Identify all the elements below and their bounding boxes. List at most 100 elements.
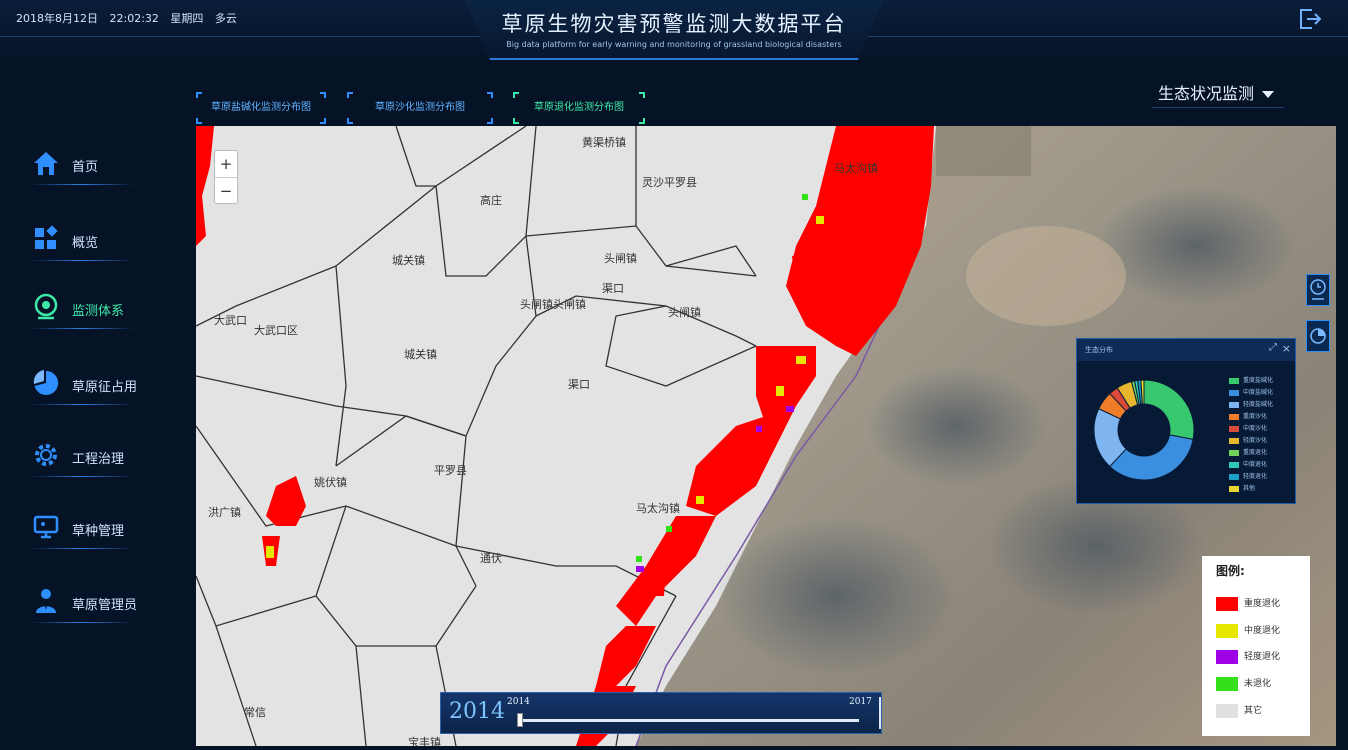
sidebar-item-overview[interactable]: 概览 xyxy=(30,216,142,262)
chart-legend-item: 重度沙化 xyxy=(1229,411,1267,421)
header: 2018年8月12日 22:02:32 星期四 多云 草原生物灾害预警监测大数据… xyxy=(0,0,1348,62)
zoom-out-button[interactable]: − xyxy=(215,177,237,203)
tab-corner xyxy=(320,118,326,124)
tab-salinization[interactable]: 草原盐碱化监测分布图 xyxy=(196,92,326,124)
tab-corner xyxy=(196,118,202,124)
timeline-start: 2014 xyxy=(507,697,530,707)
tab-corner xyxy=(347,92,353,98)
legend-label: 重度沙化 xyxy=(1243,413,1268,420)
sidebar-item-grass-seed[interactable]: 草种管理 xyxy=(30,504,142,550)
map-label: 头闸镇 xyxy=(668,306,701,319)
legend-swatch xyxy=(1229,413,1239,420)
legend-label: 轻度沙化 xyxy=(1243,437,1268,444)
map-label: 大武口区 xyxy=(254,324,298,337)
chart-legend-item: 重度盐碱化 xyxy=(1229,375,1273,385)
sidebar-item-label: 监测体系 xyxy=(72,304,125,319)
weather: 多云 xyxy=(214,12,237,25)
map-label: 头闸镇头闸镇 xyxy=(520,298,586,311)
legend-label: 重度盐碱化 xyxy=(1243,377,1274,384)
sidebar-item-label: 草原征占用 xyxy=(72,380,138,395)
gear-icon xyxy=(30,440,62,470)
legend-swatch xyxy=(1216,649,1238,664)
map-label: 渠口 xyxy=(602,282,624,295)
legend-item-none: 未退化 xyxy=(1216,676,1271,692)
donut-chart xyxy=(1093,379,1195,481)
timeline-track[interactable] xyxy=(519,719,859,722)
map-label: 黄渠桥镇 xyxy=(582,136,626,149)
divider xyxy=(30,476,134,477)
sidebar-item-engineering[interactable]: 工程治理 xyxy=(30,432,142,478)
legend-item-severe: 重度退化 xyxy=(1216,596,1280,612)
timeline-end: 2017 xyxy=(849,697,872,707)
legend-label: 中度退化 xyxy=(1243,461,1268,468)
legend-label: 中度盐碱化 xyxy=(1243,389,1274,396)
sidebar-item-occupation[interactable]: 草原征占用 xyxy=(30,360,142,406)
map-label: 马太沟镇 xyxy=(636,502,680,515)
map-label: 城关镇 xyxy=(404,348,437,361)
divider xyxy=(30,404,134,405)
tab-label: 草原盐碱化监测分布图 xyxy=(211,102,311,113)
legend-swatch xyxy=(1229,485,1239,492)
legend-swatch xyxy=(1216,703,1238,718)
legend-swatch xyxy=(1229,425,1239,432)
user-icon xyxy=(30,586,62,616)
tab-label: 草原退化监测分布图 xyxy=(534,102,624,113)
map-label: 城关镇 xyxy=(392,254,425,267)
logout-icon[interactable] xyxy=(1298,8,1322,30)
map-label: 灵沙平罗县 xyxy=(642,176,697,189)
legend-item-moderate: 中度退化 xyxy=(1216,623,1280,639)
legend-label: 轻度退化 xyxy=(1243,473,1268,480)
time: 22:02:32 xyxy=(109,12,159,25)
year-timeline: 2014 2014 2017 xyxy=(440,692,882,734)
map-label: 头闸镇 xyxy=(604,252,637,265)
current-year: 2014 xyxy=(449,699,505,724)
sidebar-item-home[interactable]: 首页 xyxy=(30,140,142,186)
select-value: 生态状况监测 xyxy=(1158,84,1255,103)
home-icon xyxy=(30,148,62,178)
tab-desertification[interactable]: 草原沙化监测分布图 xyxy=(347,92,493,124)
timeline-handle[interactable] xyxy=(517,713,523,727)
pie-slice xyxy=(1143,379,1195,440)
sidebar-item-label: 工程治理 xyxy=(72,452,125,467)
tab-degradation[interactable]: 草原退化监测分布图 xyxy=(513,92,645,124)
timeline-end-marker xyxy=(879,697,881,729)
monitor-type-select[interactable]: 生态状况监测 xyxy=(1152,80,1284,108)
map-legend: 图例: 重度退化 中度退化 轻度退化 未退化 其它 xyxy=(1202,556,1310,736)
chart-panel: 生态分布 ⤢ × 重度盐碱化中度盐碱化轻度盐碱化重度沙化中度沙化轻度沙化重度退化… xyxy=(1076,338,1296,504)
close-icon[interactable]: × xyxy=(1282,342,1291,355)
chart-legend-item: 中度盐碱化 xyxy=(1229,387,1273,397)
tab-corner xyxy=(487,92,493,98)
map-label: 姚伏镇 xyxy=(314,476,347,489)
page-title: 草原生物灾害预警监测大数据平台 xyxy=(501,12,847,36)
monitor-icon xyxy=(30,292,62,322)
chart-legend-item: 轻度盐碱化 xyxy=(1229,399,1273,409)
chart-legend-item: 轻度退化 xyxy=(1229,471,1267,481)
divider xyxy=(30,184,134,185)
chart-title: 生态分布 xyxy=(1085,346,1113,354)
divider xyxy=(30,328,134,329)
map-tool-button[interactable] xyxy=(1306,274,1330,306)
map-label: 常信 xyxy=(244,706,266,719)
screen-icon xyxy=(30,512,62,542)
expand-icon[interactable]: ⤢ xyxy=(1269,342,1277,353)
map-view[interactable]: 黄渠桥镇 马太沟镇 灵沙平罗县 高庄 城关镇 头闸镇 渠口 头闸镇 头闸镇头闸镇… xyxy=(196,126,1336,746)
legend-swatch xyxy=(1229,377,1239,384)
zoom-in-button[interactable]: + xyxy=(215,151,237,177)
legend-swatch xyxy=(1216,676,1238,691)
sidebar-item-monitoring[interactable]: 监测体系 xyxy=(30,284,142,330)
legend-swatch xyxy=(1229,473,1239,480)
legend-label: 重度退化 xyxy=(1243,449,1268,456)
legend-swatch xyxy=(1216,596,1238,611)
legend-item-light: 轻度退化 xyxy=(1216,649,1280,665)
chart-legend-item: 重度退化 xyxy=(1229,447,1267,457)
chart-toggle-button[interactable] xyxy=(1306,320,1330,352)
datetime: 2018年8月12日 22:02:32 星期四 多云 xyxy=(16,10,245,26)
map-label: 通伏 xyxy=(480,552,502,565)
legend-swatch xyxy=(1229,389,1239,396)
sidebar-item-admin[interactable]: 草原管理员 xyxy=(30,578,142,624)
divider xyxy=(30,260,134,261)
divider xyxy=(30,622,134,623)
chart-legend-item: 中度沙化 xyxy=(1229,423,1267,433)
tab-corner xyxy=(639,118,645,124)
divider xyxy=(30,548,134,549)
